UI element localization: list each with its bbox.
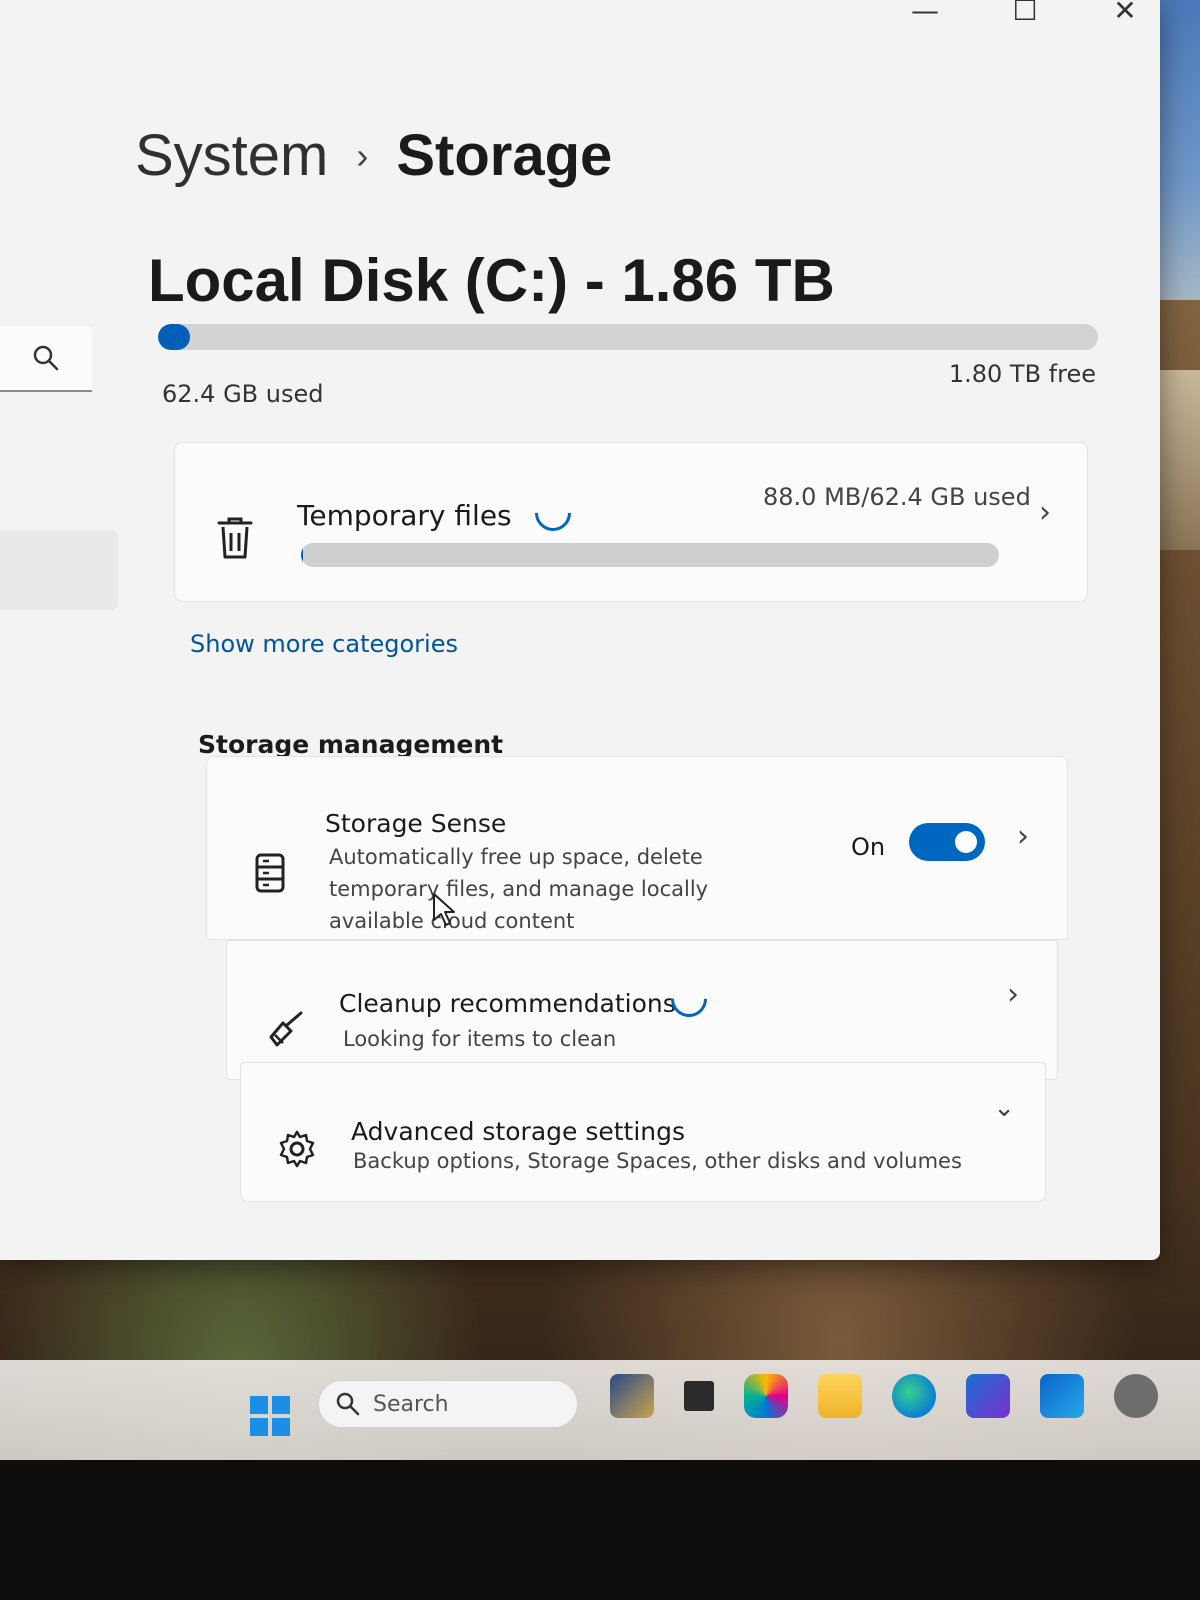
breadcrumb-system[interactable]: System: [135, 122, 328, 189]
windows-start-icon[interactable]: [250, 1396, 290, 1436]
broom-icon: [269, 1011, 303, 1047]
settings-window: — ☐ ✕ System › Storage Local Disk (C:) -…: [0, 0, 1160, 1260]
taskbar-search-placeholder: Search: [373, 1391, 449, 1417]
breadcrumb-separator: ›: [356, 134, 369, 176]
storage-sense-title: Storage Sense: [325, 809, 507, 838]
disk-usage-bar: [158, 324, 1098, 350]
minimize-button[interactable]: —: [910, 0, 940, 27]
storage-sense-icon: [255, 853, 285, 893]
nav-item-selected[interactable]: [0, 530, 118, 610]
cleanup-recommendations-description: Looking for items to clean: [343, 1027, 617, 1051]
taskbar-search-box[interactable]: Search: [318, 1380, 578, 1428]
show-more-categories-link[interactable]: Show more categories: [190, 630, 458, 658]
widgets-icon[interactable]: [610, 1374, 654, 1418]
temporary-files-bar: [301, 543, 999, 567]
storage-sense-card[interactable]: Storage Sense Automatically free up spac…: [206, 756, 1068, 940]
edge-icon[interactable]: [892, 1374, 936, 1418]
maximize-button[interactable]: ☐: [1010, 0, 1040, 27]
storage-sense-toggle[interactable]: [909, 823, 985, 861]
outlook-icon[interactable]: [1040, 1374, 1084, 1418]
chevron-right-icon: ›: [1017, 819, 1029, 854]
advanced-storage-settings-title: Advanced storage settings: [351, 1117, 686, 1146]
temporary-files-card[interactable]: Temporary files 88.0 MB/62.4 GB used ›: [174, 442, 1088, 602]
toggle-knob: [955, 831, 977, 853]
store-icon[interactable]: [966, 1374, 1010, 1418]
search-icon: [336, 1392, 360, 1416]
chevron-down-icon: ⌄: [993, 1093, 1015, 1123]
advanced-storage-settings-card[interactable]: Advanced storage settings Backup options…: [240, 1062, 1046, 1202]
trash-icon: [217, 517, 253, 559]
nav-search-box[interactable]: [0, 326, 92, 392]
page-title: Storage: [396, 123, 613, 188]
chevron-right-icon: ›: [1007, 977, 1019, 1012]
cleanup-recommendations-card[interactable]: Cleanup recommendations Looking for item…: [226, 940, 1058, 1080]
temporary-files-title: Temporary files: [297, 499, 512, 532]
disk-usage-fill: [158, 324, 190, 350]
caption-buttons: — ☐ ✕: [910, 0, 1140, 27]
storage-sense-state: On: [851, 833, 886, 861]
file-explorer-icon[interactable]: [818, 1374, 862, 1418]
close-button[interactable]: ✕: [1110, 0, 1140, 27]
temporary-files-usage: 88.0 MB/62.4 GB used: [763, 483, 1031, 511]
taskbar: Search: [0, 1360, 1200, 1460]
monitor-bezel: [0, 1460, 1200, 1600]
loading-spinner-icon: [527, 487, 579, 539]
chevron-right-icon: ›: [1039, 495, 1051, 530]
settings-app-icon[interactable]: [1114, 1374, 1158, 1418]
task-view-icon[interactable]: [684, 1381, 714, 1411]
cleanup-recommendations-title: Cleanup recommendations: [339, 989, 676, 1018]
taskbar-pinned-apps: [610, 1374, 1158, 1418]
mouse-cursor-icon: [433, 893, 455, 926]
temporary-files-fill: [301, 543, 304, 567]
disk-free-label: 1.80 TB free: [948, 360, 1096, 388]
search-icon: [33, 345, 59, 371]
disk-title: Local Disk (C:) - 1.86 TB: [148, 247, 835, 314]
disk-used-label: 62.4 GB used: [162, 380, 324, 408]
gear-icon: [279, 1130, 315, 1168]
storage-sense-description: Automatically free up space, delete temp…: [329, 845, 709, 933]
copilot-icon[interactable]: [744, 1374, 788, 1418]
breadcrumb: System › Storage: [135, 122, 612, 189]
advanced-storage-settings-description: Backup options, Storage Spaces, other di…: [353, 1149, 962, 1173]
storage-management-heading: Storage management: [198, 730, 504, 759]
navigation-pane: [0, 0, 120, 1260]
